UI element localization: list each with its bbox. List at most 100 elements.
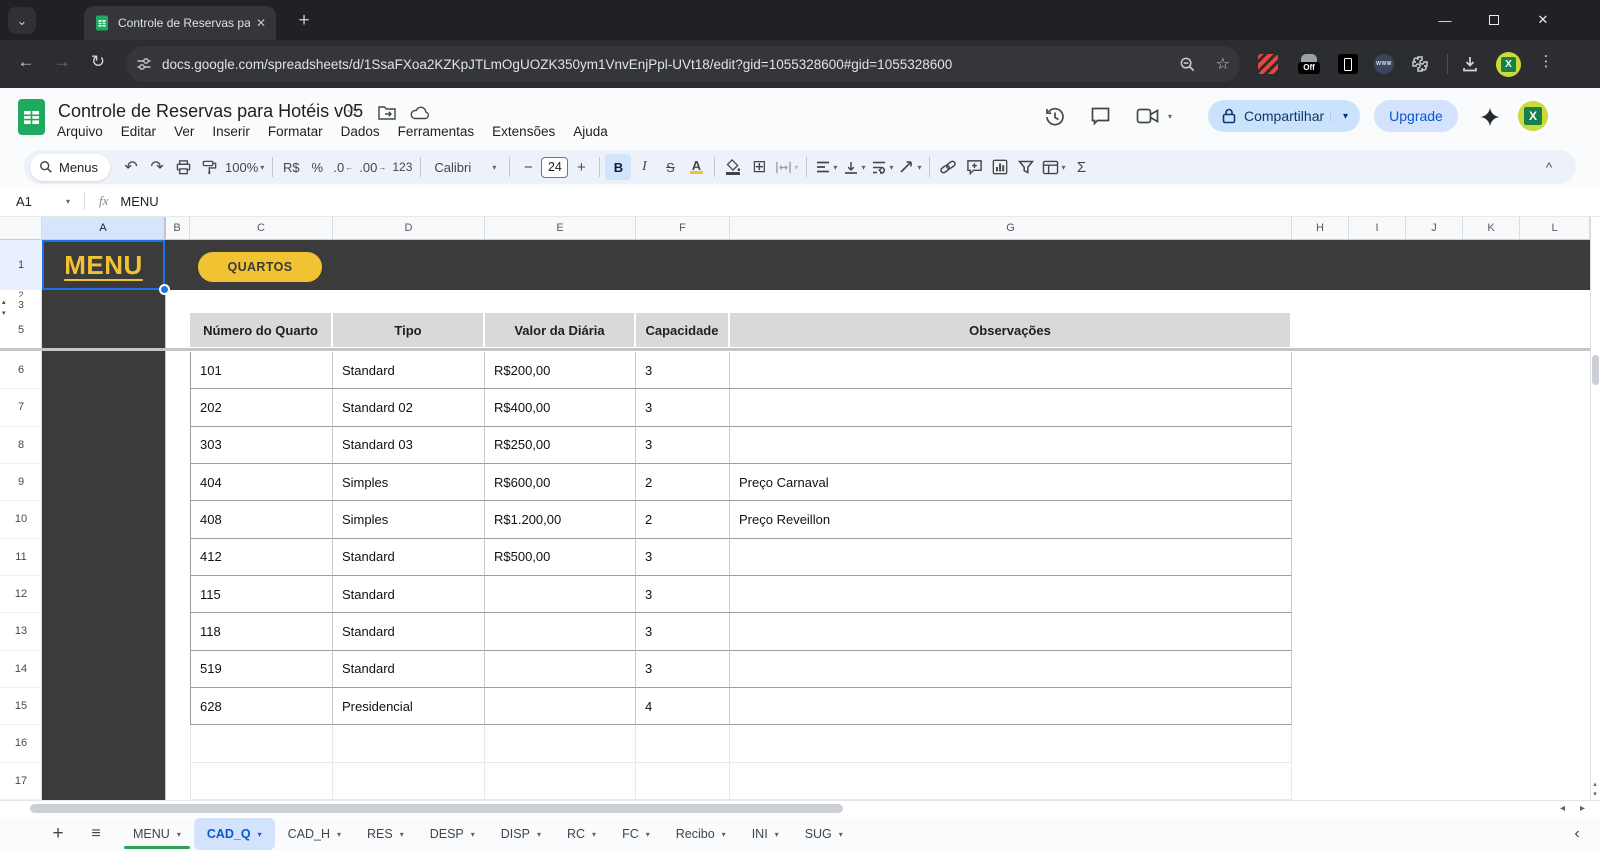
table-cell[interactable] xyxy=(485,650,636,688)
sheet-tab-dropdown-icon[interactable]: ▾ xyxy=(592,830,596,839)
table-header-cell[interactable]: Tipo xyxy=(333,313,485,347)
name-box-dropdown-icon[interactable]: ▾ xyxy=(66,197,70,206)
column-header-G[interactable]: G xyxy=(730,217,1292,239)
frozen-row-divider[interactable] xyxy=(0,348,1600,351)
table-cell[interactable]: Standard xyxy=(333,538,485,576)
table-cell[interactable]: 4 xyxy=(636,687,730,726)
table-cell[interactable] xyxy=(485,725,636,763)
menu-editar[interactable]: Editar xyxy=(112,122,165,141)
extension-icon-1[interactable] xyxy=(1258,54,1278,74)
table-cell[interactable] xyxy=(730,650,1292,688)
column-header-J[interactable]: J xyxy=(1406,217,1463,239)
borders-button[interactable]: ⊞ xyxy=(746,154,772,180)
menu-cell-text[interactable]: MENU xyxy=(42,240,165,290)
sheet-tab-fc[interactable]: FC ▾ xyxy=(609,818,663,850)
url-bar[interactable]: docs.google.com/spreadsheets/d/1SsaFXoa2… xyxy=(126,46,1240,82)
table-header-cell[interactable]: Capacidade xyxy=(636,313,730,347)
font-size-input[interactable]: 24 xyxy=(541,156,569,178)
table-cell[interactable] xyxy=(730,613,1292,651)
table-cell[interactable]: R$250,00 xyxy=(485,426,636,464)
table-cell[interactable] xyxy=(730,426,1292,464)
column-header-C[interactable]: C xyxy=(190,217,333,239)
toolbar-collapse-button[interactable]: ^ xyxy=(1536,154,1562,180)
table-cell[interactable]: R$500,00 xyxy=(485,538,636,576)
zoom-out-icon[interactable] xyxy=(1179,56,1196,73)
meet-dropdown-icon[interactable]: ▾ xyxy=(1168,112,1172,121)
menu-formatar[interactable]: Formatar xyxy=(259,122,332,141)
italic-button[interactable]: I xyxy=(631,154,657,180)
sheet-tab-dropdown-icon[interactable]: ▾ xyxy=(400,830,404,839)
share-button[interactable]: Compartilhar ▾ xyxy=(1208,100,1360,132)
increase-decimals-button[interactable]: .00 → xyxy=(356,154,389,180)
table-cell[interactable]: 3 xyxy=(636,650,730,688)
table-cell[interactable]: Standard xyxy=(333,575,485,614)
table-cell[interactable]: Standard xyxy=(333,650,485,688)
font-select[interactable]: Calibri ▾ xyxy=(426,154,504,180)
text-rotation-button[interactable]: ▾ xyxy=(896,154,924,180)
table-cell[interactable] xyxy=(485,762,636,800)
vertical-scrollbar[interactable] xyxy=(1590,217,1600,800)
extension-icon-2[interactable]: Off xyxy=(1298,54,1320,74)
horizontal-scrollbar-thumb[interactable] xyxy=(30,804,843,813)
table-cell[interactable]: Standard xyxy=(333,613,485,651)
menu-inserir[interactable]: Inserir xyxy=(203,122,259,141)
horizontal-align-button[interactable]: ▾ xyxy=(812,154,840,180)
window-maximize-button[interactable] xyxy=(1477,8,1511,32)
sheet-tab-dropdown-icon[interactable]: ▾ xyxy=(839,830,843,839)
sheet-tab-recibo[interactable]: Recibo ▾ xyxy=(663,818,739,850)
unhide-rows-up-icon[interactable]: ▴ xyxy=(2,298,6,306)
table-cell[interactable]: Preço Carnaval xyxy=(730,463,1292,502)
row-header-15[interactable]: 15 xyxy=(0,688,42,726)
row-header-16[interactable]: 16 xyxy=(0,725,42,763)
table-header-cell[interactable]: Observações xyxy=(730,313,1292,347)
table-cell[interactable]: 3 xyxy=(636,426,730,464)
sheet-tab-sug[interactable]: SUG ▾ xyxy=(792,818,856,850)
row-header-3[interactable]: 3 xyxy=(0,297,42,313)
table-cell[interactable]: R$200,00 xyxy=(485,352,636,390)
browser-tab[interactable]: Controle de Reservas para Hoté ✕ xyxy=(84,6,276,40)
column-header-I[interactable]: I xyxy=(1349,217,1406,239)
table-cell[interactable] xyxy=(730,575,1292,614)
table-cell[interactable] xyxy=(333,725,485,763)
vertical-align-button[interactable]: ▾ xyxy=(840,154,868,180)
table-cell[interactable]: 115 xyxy=(190,575,333,614)
table-cell[interactable]: 628 xyxy=(190,687,333,726)
sheet-tab-dropdown-icon[interactable]: ▾ xyxy=(177,830,181,839)
row-header-17[interactable]: 17 xyxy=(0,763,42,800)
sheets-logo-icon[interactable] xyxy=(18,99,45,135)
table-cell[interactable]: Standard 02 xyxy=(333,389,485,427)
table-cell[interactable]: 3 xyxy=(636,389,730,427)
table-cell[interactable]: R$1.200,00 xyxy=(485,501,636,539)
text-color-button[interactable]: A xyxy=(683,154,709,180)
functions-button[interactable]: Σ xyxy=(1069,154,1095,180)
table-cell[interactable]: 118 xyxy=(190,613,333,651)
comments-icon[interactable] xyxy=(1090,106,1111,127)
table-cell[interactable] xyxy=(485,575,636,614)
table-cell[interactable] xyxy=(730,352,1292,390)
print-button[interactable] xyxy=(170,154,196,180)
table-cell[interactable]: Standard 03 xyxy=(333,426,485,464)
sheet-tab-desp[interactable]: DESP ▾ xyxy=(417,818,488,850)
downloads-icon[interactable] xyxy=(1460,54,1480,74)
vertical-scrollbar-thumb[interactable] xyxy=(1591,355,1599,385)
share-dropdown[interactable]: ▾ xyxy=(1330,110,1360,122)
row-header-8[interactable]: 8 xyxy=(0,427,42,464)
all-sheets-button[interactable]: ≡ xyxy=(82,818,110,850)
scroll-left-icon[interactable]: ◂ xyxy=(1560,803,1565,814)
column-header-F[interactable]: F xyxy=(636,217,730,239)
create-filter-button[interactable] xyxy=(1013,154,1039,180)
decrease-decimals-button[interactable]: .0 ← xyxy=(330,154,356,180)
table-cell[interactable] xyxy=(730,725,1292,763)
table-cell[interactable]: 303 xyxy=(190,426,333,464)
window-minimize-button[interactable]: — xyxy=(1428,8,1462,32)
scroll-right-icon[interactable]: ▸ xyxy=(1580,803,1585,814)
table-cell[interactable] xyxy=(190,762,333,800)
account-avatar[interactable]: X xyxy=(1518,101,1548,131)
insert-comment-button[interactable] xyxy=(961,154,987,180)
document-title[interactable]: Controle de Reservas para Hotéis v05 xyxy=(58,101,363,122)
formula-input[interactable]: MENU xyxy=(120,194,158,209)
sheet-tab-cad_h[interactable]: CAD_H ▾ xyxy=(275,818,354,850)
upgrade-button[interactable]: Upgrade xyxy=(1374,100,1458,132)
undo-button[interactable]: ↶ xyxy=(118,154,144,180)
row-header-13[interactable]: 13 xyxy=(0,613,42,651)
